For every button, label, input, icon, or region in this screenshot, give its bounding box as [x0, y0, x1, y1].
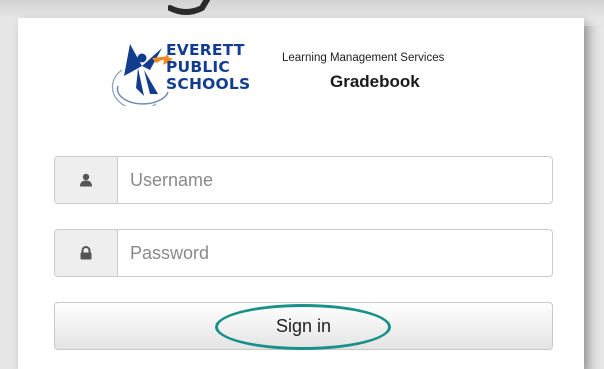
everett-public-schools-logo: EVERETT PUBLIC SCHOOLS [110, 36, 270, 106]
annotation-arrow-fragment [168, 0, 214, 16]
password-field [54, 229, 553, 277]
login-card: EVERETT PUBLIC SCHOOLS Learning Manageme… [18, 18, 584, 369]
logo-line-everett: EVERETT [166, 41, 245, 59]
username-input[interactable] [118, 157, 552, 203]
password-input[interactable] [118, 230, 552, 276]
username-field [54, 156, 553, 204]
service-subtitle: Learning Management Services [282, 52, 445, 64]
logo-line-schools: SCHOOLS [166, 75, 251, 93]
user-icon [80, 173, 92, 187]
username-addon [55, 157, 118, 203]
background-top-band [0, 0, 604, 18]
lock-icon [80, 246, 92, 260]
password-addon [55, 230, 118, 276]
logo-line-public: PUBLIC [166, 58, 230, 76]
sign-in-button[interactable]: Sign in [54, 302, 553, 350]
logo-wordmark: EVERETT PUBLIC SCHOOLS [166, 42, 250, 93]
page-title: Gradebook [330, 72, 420, 91]
